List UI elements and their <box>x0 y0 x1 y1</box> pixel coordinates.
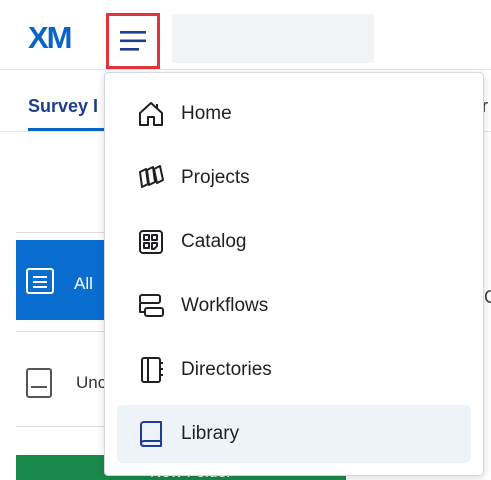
nav-item-projects[interactable]: Projects <box>117 149 471 207</box>
folder-uncategorized[interactable]: Unc <box>16 331 116 427</box>
home-icon <box>139 102 163 126</box>
nav-item-label: Home <box>181 103 232 124</box>
navigation-menu: Home Projects Catalog Workflows Director… <box>104 72 484 476</box>
nav-item-label: Library <box>181 423 240 444</box>
projects-icon <box>139 165 164 188</box>
catalog-icon <box>139 230 163 254</box>
global-search-input[interactable] <box>172 14 374 63</box>
nav-item-label: Directories <box>181 359 272 380</box>
tab-survey[interactable]: Survey I <box>28 96 98 117</box>
hamburger-menu-button[interactable] <box>106 13 160 69</box>
inbox-icon <box>26 368 52 398</box>
nav-item-library[interactable]: Library <box>117 405 471 463</box>
folder-all-button[interactable]: All <box>16 240 116 320</box>
hamburger-icon <box>120 31 146 51</box>
nav-item-label: Projects <box>181 167 250 188</box>
nav-item-workflows[interactable]: Workflows <box>117 277 471 335</box>
nav-item-directories[interactable]: Directories <box>117 341 471 399</box>
tab-active-indicator <box>28 128 108 131</box>
partial-text: C <box>484 287 491 307</box>
list-icon <box>26 268 54 294</box>
folder-all-label: All <box>74 274 93 293</box>
xm-logo[interactable]: XM <box>28 22 72 53</box>
directories-icon <box>141 357 163 383</box>
nav-item-home[interactable]: Home <box>117 85 471 143</box>
nav-item-label: Catalog <box>181 231 247 252</box>
top-bar: XM <box>0 0 491 70</box>
nav-item-catalog[interactable]: Catalog <box>117 213 471 271</box>
library-icon <box>140 421 162 447</box>
workflows-icon <box>139 294 164 317</box>
folder-uncategorized-label: Unc <box>76 373 107 392</box>
nav-item-label: Workflows <box>181 295 269 316</box>
